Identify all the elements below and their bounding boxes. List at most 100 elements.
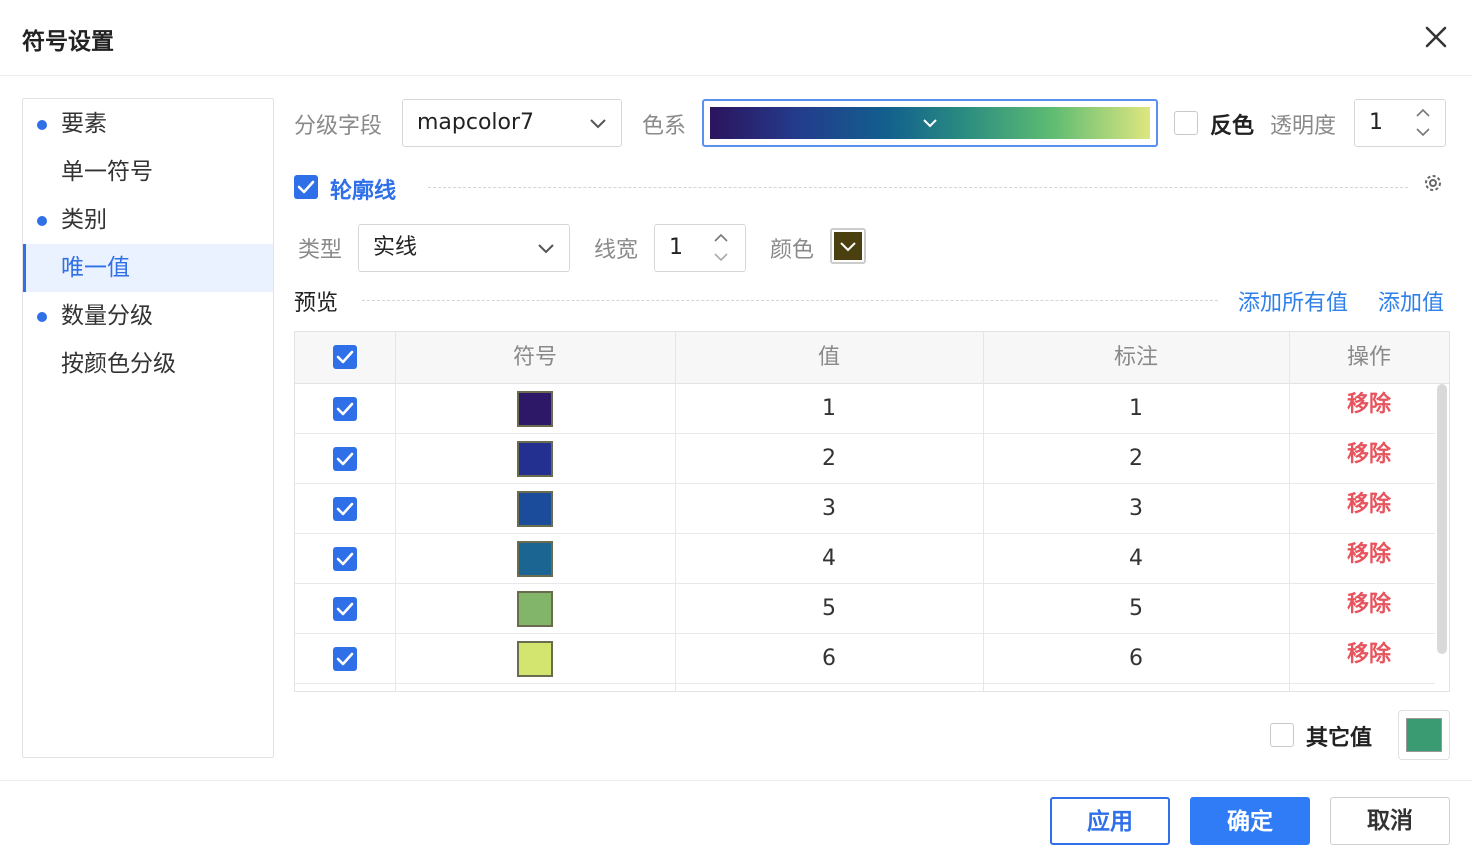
outline-label: 轮廓线 [330,179,397,204]
chevron-down-icon[interactable] [1415,127,1431,137]
chevron-down-icon [538,244,554,254]
close-icon[interactable] [1421,22,1451,52]
sidebar-item-feature[interactable]: 要素 [23,100,273,148]
value-cell: 4 [822,546,836,571]
cancel-button[interactable]: 取消 [1330,797,1450,845]
sidebar-item-unique-value[interactable]: 唯一值 [23,244,273,292]
symbol-swatch[interactable] [517,391,553,427]
table-row: 5 5 移除 [295,584,1435,634]
line-width-stepper[interactable]: 1 [654,224,746,272]
note-cell[interactable]: 5 [983,584,1289,634]
unique-value-table: 符号 值 标注 操作 1 1 移除 2 2 移除 3 3 移除 4 4 移除 5 5 移除 6 6 移除 [294,331,1450,692]
table-row: 6 6 移除 [295,634,1435,684]
row-checkbox[interactable] [333,397,357,421]
line-type-label: 类型 [298,238,343,263]
table-scrollbar[interactable] [1437,384,1447,654]
note-cell[interactable]: 4 [983,534,1289,584]
value-cell: 2 [822,446,836,471]
table-row: 2 2 移除 [295,434,1435,484]
remove-button[interactable]: 移除 [1315,584,1423,626]
add-all-values-link[interactable]: 添加所有值 [1238,285,1348,317]
value-cell: 1 [822,396,836,421]
sidebar-item-graduated-color[interactable]: 按颜色分级 [23,340,273,388]
check-icon [336,402,354,416]
reverse-label: 反色 [1210,114,1255,139]
line-width-label: 线宽 [594,238,639,263]
bullet-icon [37,312,47,322]
divider [428,187,1408,188]
check-icon [297,180,315,194]
row-checkbox[interactable] [333,447,357,471]
symbol-swatch[interactable] [517,541,553,577]
preview-label: 预览 [294,291,339,316]
chevron-up-icon[interactable] [713,233,729,243]
sidebar-item-quantity-graduated[interactable]: 数量分级 [23,292,273,340]
other-values-checkbox[interactable] [1270,723,1294,747]
other-values-swatch [1406,718,1442,752]
table-row: 4 4 移除 [295,534,1435,584]
other-values-label: 其它值 [1306,726,1373,751]
chevron-down-icon [923,119,937,128]
sidebar-item-category[interactable]: 类别 [23,196,273,244]
header-value: 值 [817,345,840,370]
chevron-up-icon[interactable] [1415,108,1431,118]
note-cell[interactable]: 6 [983,634,1289,684]
outline-checkbox[interactable] [294,175,318,199]
opacity-stepper[interactable]: 1 [1354,99,1446,147]
chevron-down-icon[interactable] [713,252,729,262]
note-cell[interactable]: 2 [983,434,1289,484]
row-checkbox[interactable] [333,647,357,671]
field-select[interactable]: mapcolor7 [402,99,622,147]
line-type-value: 实线 [373,235,418,260]
value-cell: 6 [822,646,836,671]
table-row: 3 3 移除 [295,484,1435,534]
table-row [295,684,1435,691]
check-icon [336,652,354,666]
remove-button[interactable]: 移除 [1315,434,1423,476]
outline-color-label: 颜色 [770,238,815,263]
remove-button[interactable]: 移除 [1315,634,1423,676]
ramp-label: 色系 [642,114,687,139]
dialog-header: 符号设置 [0,0,1472,76]
ok-button[interactable]: 确定 [1190,797,1310,845]
note-cell[interactable]: 1 [983,384,1289,434]
chevron-down-icon [840,242,856,252]
chevron-down-icon [590,119,606,129]
check-icon [336,602,354,616]
row-checkbox[interactable] [333,497,357,521]
row-checkbox[interactable] [333,597,357,621]
symbol-settings-dialog: 符号设置 要素 单一符号 类别 唯一值 数量分级 按颜色分级 分级字段 mapc… [0,0,1472,860]
apply-button[interactable]: 应用 [1050,797,1170,845]
check-icon [336,452,354,466]
field-label: 分级字段 [294,114,383,139]
note-cell[interactable]: 3 [983,484,1289,534]
header-action: 操作 [1346,345,1391,370]
symbol-swatch[interactable] [517,591,553,627]
check-icon [336,502,354,516]
divider [362,300,1218,301]
add-value-link[interactable]: 添加值 [1378,285,1444,317]
header-note: 标注 [1113,345,1158,370]
dialog-title: 符号设置 [22,29,114,55]
row-checkbox[interactable] [333,547,357,571]
color-ramp-select[interactable] [702,99,1158,147]
reverse-checkbox[interactable] [1174,111,1198,135]
remove-button[interactable]: 移除 [1315,534,1423,576]
symbol-swatch[interactable] [517,491,553,527]
gear-icon[interactable] [1422,172,1444,194]
other-values-color-picker[interactable] [1398,710,1450,760]
footer-divider [0,780,1472,781]
table-header: 符号 值 标注 操作 [295,332,1449,384]
outline-color-picker[interactable] [830,228,866,264]
line-type-select[interactable]: 实线 [358,224,570,272]
symbol-swatch[interactable] [517,441,553,477]
bullet-icon [37,120,47,130]
select-all-checkbox[interactable] [333,345,357,369]
sidebar-item-single-symbol[interactable]: 单一符号 [23,148,273,196]
line-width-value: 1 [669,235,683,260]
check-icon [336,350,354,364]
remove-button[interactable]: 移除 [1315,484,1423,526]
value-cell: 5 [822,596,836,621]
symbol-swatch[interactable] [517,641,553,677]
remove-button[interactable]: 移除 [1315,384,1423,426]
